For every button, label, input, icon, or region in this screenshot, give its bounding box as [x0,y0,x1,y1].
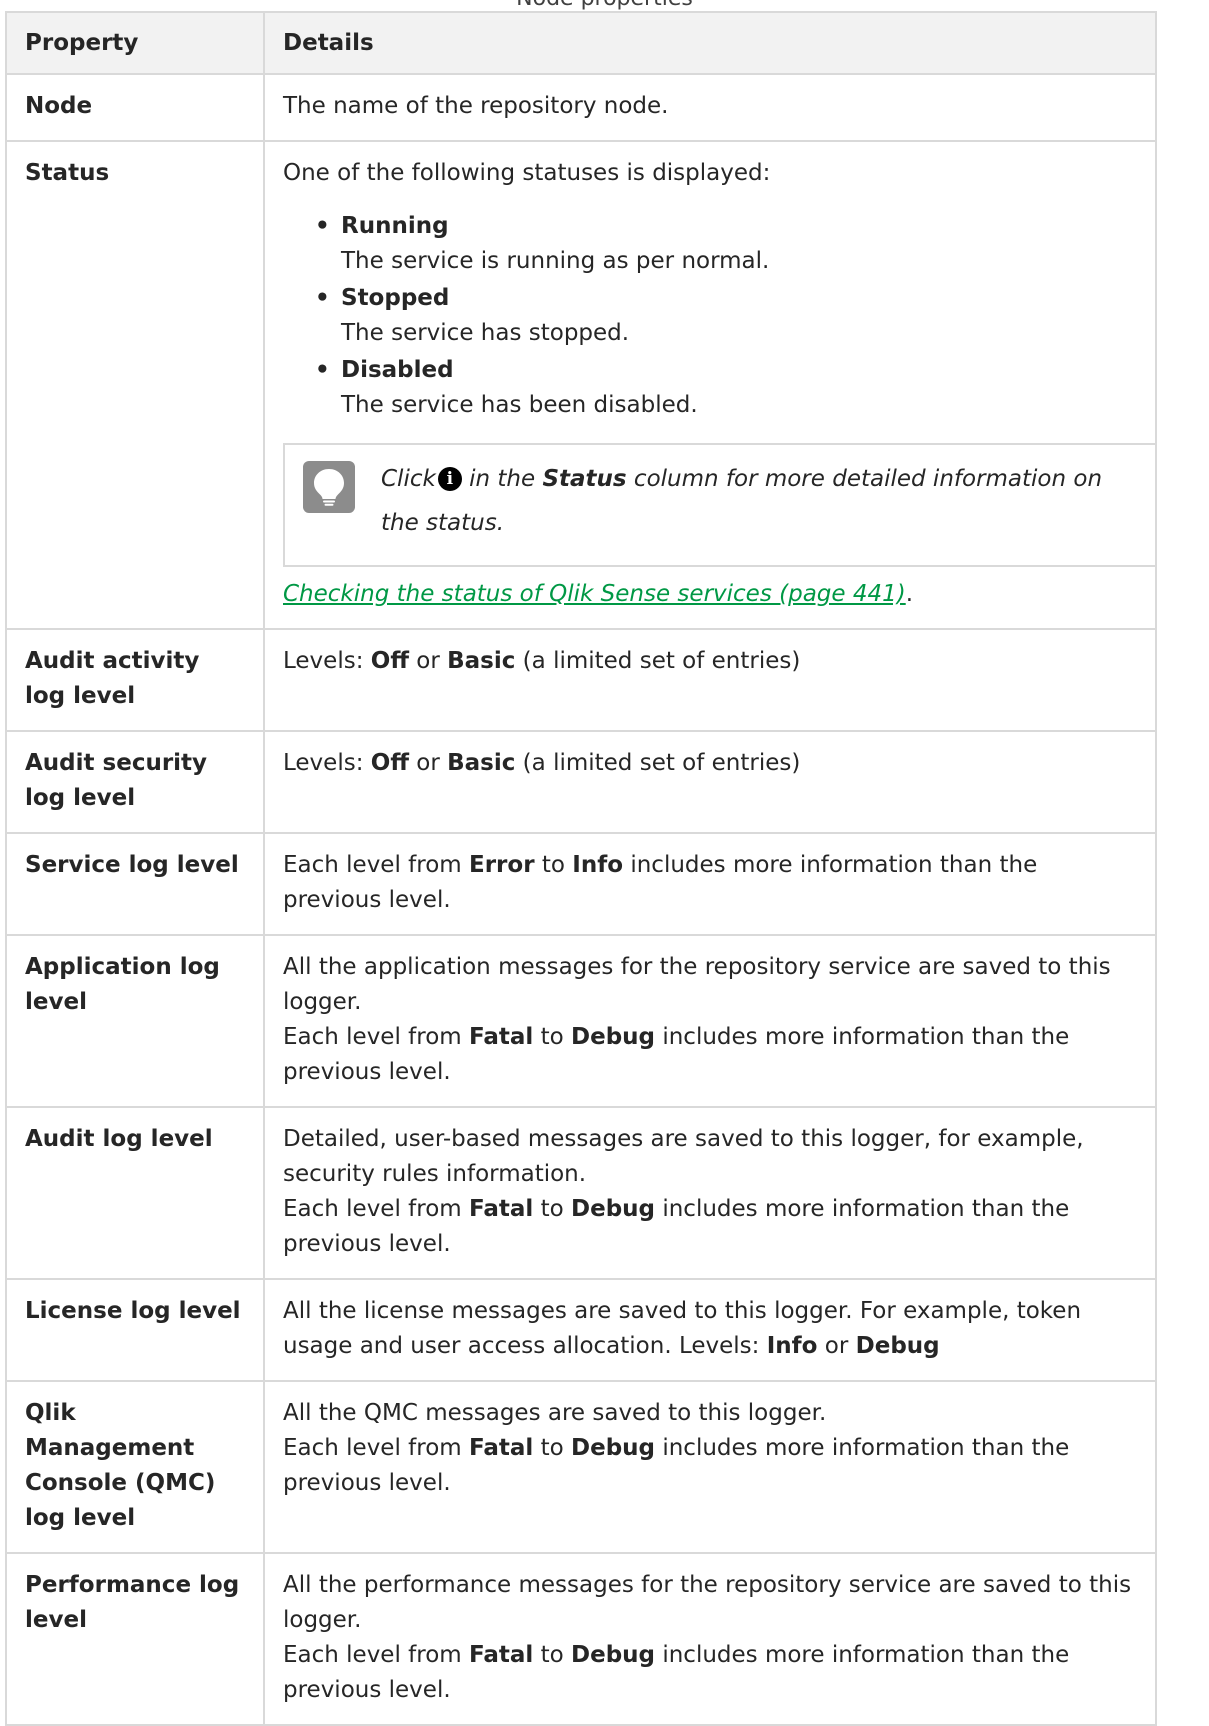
details-node: The name of the repository node. [263,73,1157,142]
text: Each level from [283,1024,469,1050]
table-caption: Node properties [0,0,1209,11]
tip-box: Click i in the Status column for more det… [283,443,1157,567]
details-audit-activity: Levels: Off or Basic (a limited set of e… [263,628,1157,732]
status-link-line: Checking the status of Qlik Sense servic… [283,577,1137,612]
text: Each level from [283,1196,469,1222]
column-header-property: Property [5,11,265,75]
table-row: License log level All the license messag… [5,1278,1157,1382]
table-row: Node The name of the repository node. [5,73,1157,142]
link-period: . [905,581,914,607]
property-qmc-log: Qlik Management Console (QMC) log level [5,1380,265,1554]
property-audit-activity: Audit activity log level [5,628,265,732]
list-item: • Stopped The service has stopped. [315,281,1137,351]
level-basic: Basic [447,648,516,674]
bullet-icon: • [315,213,330,239]
level-error: Error [469,852,535,878]
details-performance-log: All the performance messages for the rep… [263,1552,1157,1726]
property-application-log: Application log level [5,934,265,1108]
level-debug: Debug [571,1024,656,1050]
status-term: Stopped [341,285,450,311]
text: All the QMC messages are saved to this l… [283,1400,827,1426]
tip-in-the: in the [461,466,543,492]
details-service-log: Each level from Error to Info includes m… [263,832,1157,936]
text: or [408,648,448,674]
text: to [533,1196,572,1222]
table-row: Application log level All the applicatio… [5,934,1157,1108]
status-intro: One of the following statuses is display… [283,160,771,186]
table-row: Audit security log level Levels: Off or … [5,730,1157,834]
table-header-row: Property Details [5,11,1157,75]
text: Each level from [283,1642,469,1668]
text: to [533,1642,572,1668]
status-desc: The service has been disabled. [341,392,698,418]
level-debug: Debug [855,1333,940,1359]
text: All the application messages for the rep… [283,954,1111,1015]
level-info: Info [766,1333,818,1359]
tip-text: Click i in the Status column for more det… [381,457,1137,545]
property-status: Status [5,140,265,630]
table-row: Performance log level All the performanc… [5,1552,1157,1726]
checking-status-link[interactable]: Checking the status of Qlik Sense servic… [283,581,906,607]
level-debug: Debug [571,1196,656,1222]
level-fatal: Fatal [469,1435,534,1461]
property-license-log: License log level [5,1278,265,1382]
level-off: Off [370,648,409,674]
details-audit-log: Detailed, user-based messages are saved … [263,1106,1157,1280]
property-service-log: Service log level [5,832,265,936]
level-debug: Debug [571,1435,656,1461]
level-debug: Debug [571,1642,656,1668]
text: (a limited set of entries) [515,648,801,674]
text: Levels: [283,648,371,674]
text: or [817,1333,856,1359]
text: Each level from [283,1435,469,1461]
table-row: Service log level Each level from Error … [5,832,1157,936]
text: All the license messages are saved to th… [283,1298,1082,1359]
property-audit-log: Audit log level [5,1106,265,1280]
status-list: • Running The service is running as per … [283,209,1137,423]
level-off: Off [370,750,409,776]
table-row: Qlik Management Console (QMC) log level … [5,1380,1157,1554]
lightbulb-icon [303,461,355,513]
column-header-details: Details [263,11,1157,75]
list-item: • Disabled The service has been disabled… [315,353,1137,423]
status-term: Disabled [341,357,454,383]
property-node: Node [5,73,265,142]
table-row: Audit activity log level Levels: Off or … [5,628,1157,732]
tip-status-word: Status [542,466,627,492]
text: to [533,1024,572,1050]
text: or [408,750,448,776]
status-term: Running [341,213,449,239]
info-icon[interactable]: i [437,467,462,491]
details-status: One of the following statuses is display… [263,140,1157,630]
text: to [533,1435,572,1461]
status-desc: The service has stopped. [341,320,630,346]
node-properties-table: Property Details Node The name of the re… [5,11,1157,1726]
bullet-icon: • [315,357,330,383]
text: Levels: [283,750,371,776]
level-fatal: Fatal [469,1024,534,1050]
status-desc: The service is running as per normal. [341,248,770,274]
table-row: Audit log level Detailed, user-based mes… [5,1106,1157,1280]
text: Each level from [283,852,469,878]
details-audit-security: Levels: Off or Basic (a limited set of e… [263,730,1157,834]
details-license-log: All the license messages are saved to th… [263,1278,1157,1382]
details-application-log: All the application messages for the rep… [263,934,1157,1108]
level-basic: Basic [447,750,516,776]
level-info: Info [572,852,624,878]
text: Detailed, user-based messages are saved … [283,1126,1084,1187]
list-item: • Running The service is running as per … [315,209,1137,279]
text: All the performance messages for the rep… [283,1572,1132,1633]
text: (a limited set of entries) [515,750,801,776]
property-audit-security: Audit security log level [5,730,265,834]
text: to [534,852,573,878]
tip-click: Click [381,466,436,492]
level-fatal: Fatal [469,1642,534,1668]
level-fatal: Fatal [469,1196,534,1222]
property-performance-log: Performance log level [5,1552,265,1726]
table-row: Status One of the following statuses is … [5,140,1157,630]
details-qmc-log: All the QMC messages are saved to this l… [263,1380,1157,1554]
bullet-icon: • [315,285,330,311]
